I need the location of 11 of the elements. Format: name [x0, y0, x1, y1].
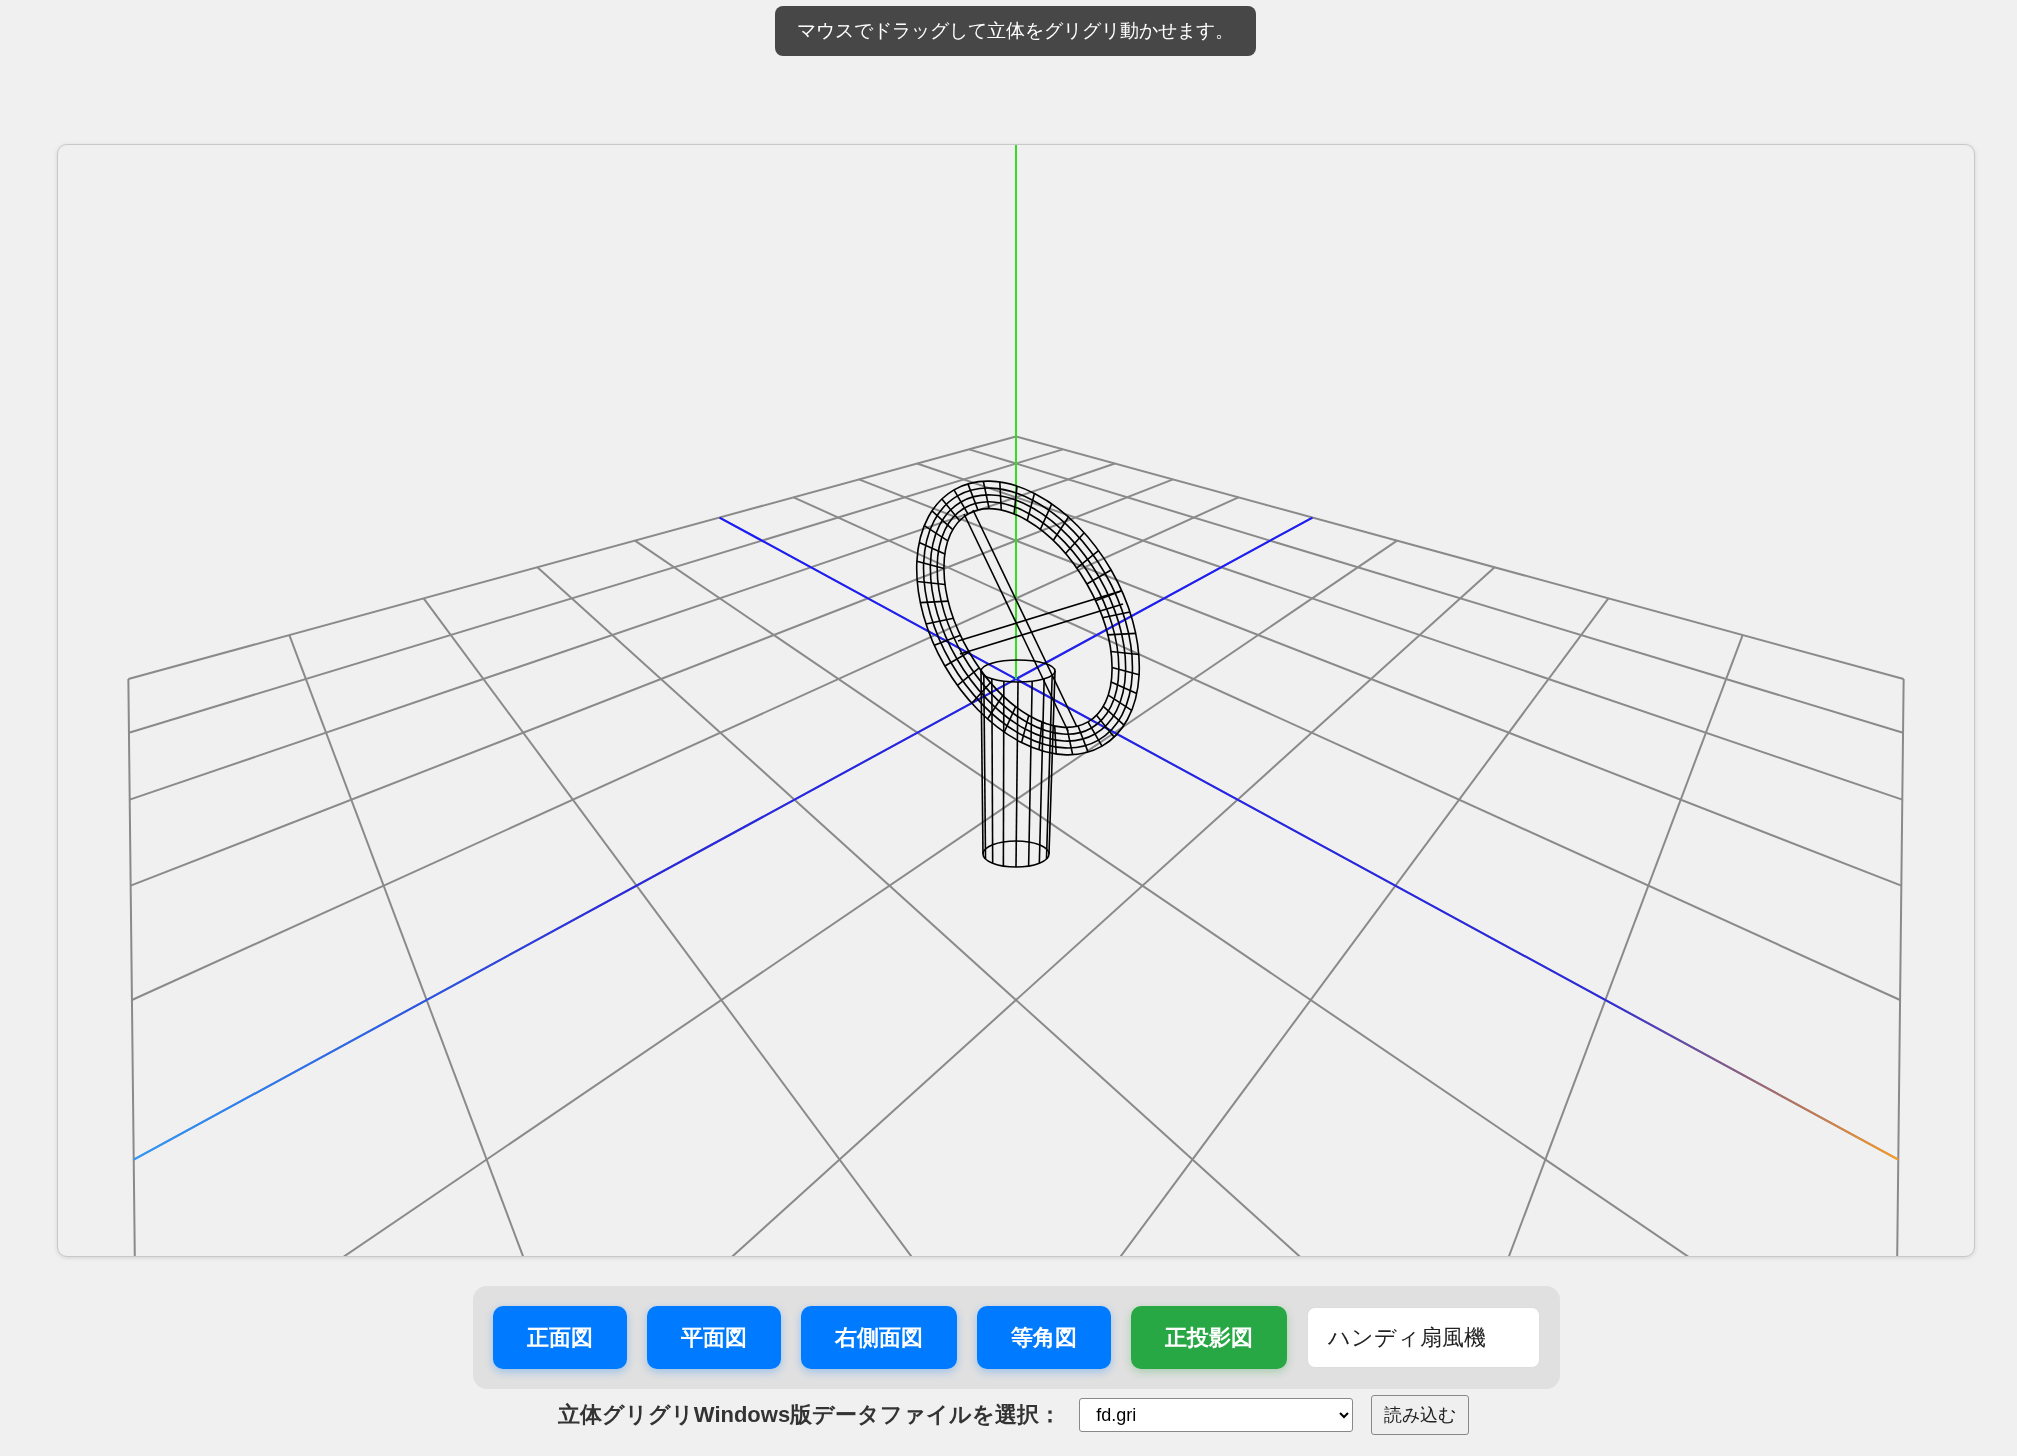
view-button[interactable]: 右側面図	[801, 1306, 957, 1369]
view-button[interactable]: 等角図	[977, 1306, 1111, 1369]
view-button[interactable]: 平面図	[647, 1306, 781, 1369]
view-button[interactable]: 正面図	[493, 1306, 627, 1369]
file-select[interactable]: fd.gri	[1079, 1398, 1354, 1432]
model-name-field[interactable]: ハンディ扇風機	[1307, 1307, 1540, 1368]
hint-banner: マウスでドラッグして立体をグリグリ動かせます。	[775, 6, 1256, 56]
load-button[interactable]: 読み込む	[1371, 1395, 1470, 1435]
view-button[interactable]: 正投影図	[1131, 1306, 1287, 1369]
viewer-canvas[interactable]	[57, 144, 1975, 1257]
file-select-label: 立体グリグリWindows版データファイルを選択：	[557, 1401, 1062, 1429]
